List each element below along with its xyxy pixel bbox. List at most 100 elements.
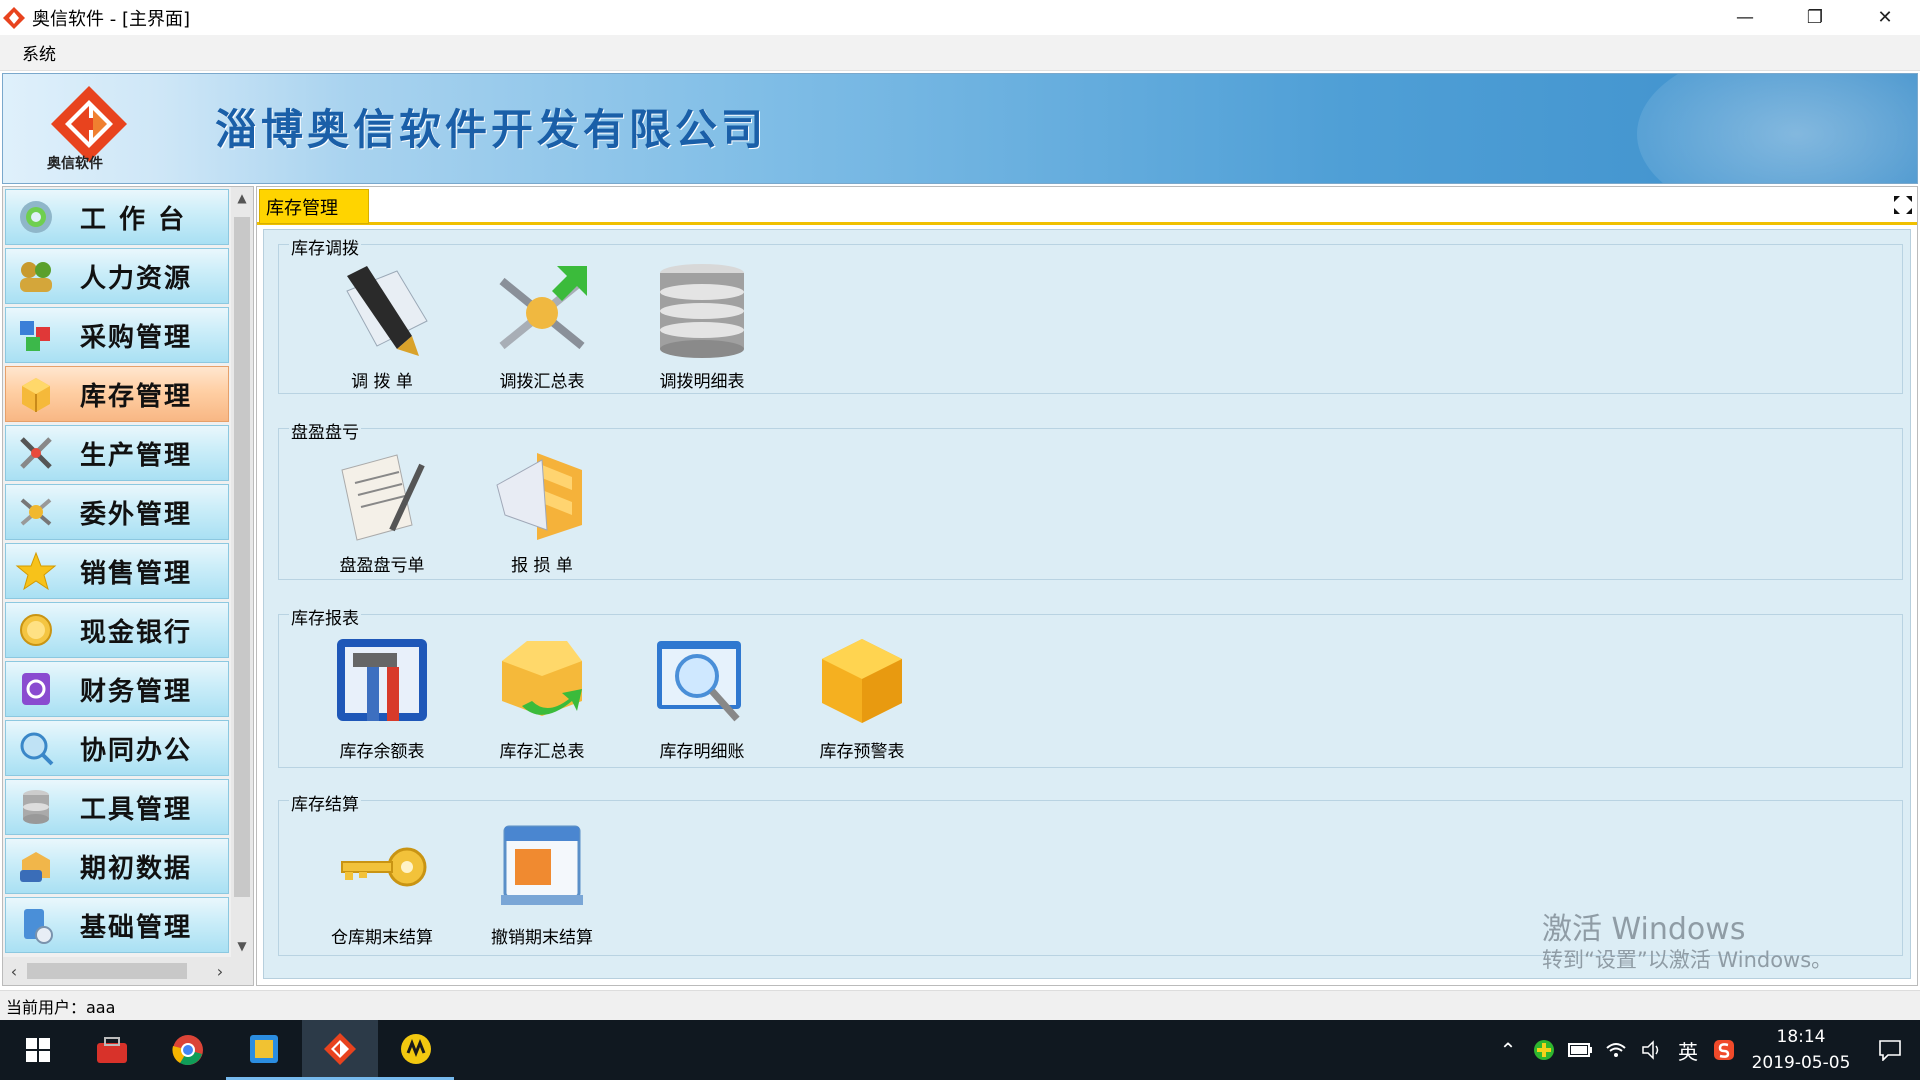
people-icon [20,262,52,292]
func-transfer-detail[interactable]: 调拨明细表 [637,261,767,401]
taskbar-aoxin-app[interactable] [302,1020,378,1080]
func-inventory-alert[interactable]: 库存预警表 [797,631,927,771]
func-inventory-ledger[interactable]: 库存明细账 [637,631,767,771]
nav-item-sales[interactable]: 销售管理 [5,543,229,599]
start-button[interactable] [0,1020,76,1080]
database-icon [23,790,49,824]
sidebar: 工 作 台 人力资源 采购管理 库存管理 生产管理 委外管理 销售管理 现金银行… [2,186,254,986]
scroll-right-arrow-icon[interactable]: › [209,957,231,985]
clock-time: 18:14 [1776,1027,1826,1047]
nav-label: 委外管理 [80,499,193,530]
nav-item-base[interactable]: 基础管理 [5,897,229,953]
scroll-thumb[interactable] [27,963,187,979]
nav-item-outsource[interactable]: 委外管理 [5,484,229,540]
func-period-close[interactable]: 仓库期末结算 [317,817,447,957]
nav-item-collab[interactable]: 协同办公 [5,720,229,776]
close-button[interactable]: ✕ [1850,0,1920,35]
battery-icon[interactable] [1562,1020,1598,1080]
restore-button[interactable]: ❐ [1780,0,1850,35]
menu-system[interactable]: 系统 [0,40,78,65]
system-tray: ⌃ 英 18:14 2019-05-05 [1490,1020,1920,1080]
func-stocktake-order[interactable]: 盘盈盘亏单 [317,445,447,585]
menu-bar: 系统 [0,35,1920,71]
base-settings-icon [24,909,53,944]
taskbar-app-window[interactable] [226,1020,302,1080]
nav-item-initial-data[interactable]: 期初数据 [5,838,229,894]
func-inventory-summary[interactable]: 库存汇总表 [477,631,607,771]
taskbar-toolbox-app[interactable] [74,1020,150,1080]
logo-caption: 奥信软件 [47,156,103,172]
open-box-arrow-icon [502,641,582,716]
taskbar-chrome[interactable] [150,1020,226,1080]
notepad-pencil-icon [341,454,425,541]
app-logo-icon [3,6,25,29]
clock-date: 2019-05-05 [1751,1053,1851,1073]
func-undo-period-close[interactable]: 撤销期末结算 [477,817,607,957]
pen-document-icon [346,266,428,356]
nav-item-finance[interactable]: 财务管理 [5,661,229,717]
status-bar: 当前用户：aaa [0,990,1920,1020]
nav-item-cash-bank[interactable]: 现金银行 [5,602,229,658]
nav-item-purchase[interactable]: 采购管理 [5,307,229,363]
company-name: 淄博奥信软件开发有限公司 [215,105,768,154]
collab-icon [20,732,54,766]
input-language-indicator[interactable]: 英 [1670,1020,1706,1080]
nav-list: 工 作 台 人力资源 采购管理 库存管理 生产管理 委外管理 销售管理 现金银行… [3,187,231,957]
group-transfer: 库存调拨 调 拨 单 调拨汇总表 调拨明细表 [278,234,1903,394]
scroll-up-arrow-icon[interactable]: ▲ [231,187,253,209]
minimize-button[interactable]: — [1710,0,1780,35]
taskbar-clock[interactable]: 18:14 2019-05-05 [1742,1024,1860,1076]
notification-center-icon[interactable] [1860,1020,1920,1080]
volume-icon[interactable] [1634,1020,1670,1080]
func-label: 盘盈盘亏单 [339,556,425,576]
sidebar-vertical-scrollbar[interactable]: ▲ ▼ [231,187,253,957]
nav-label: 基础管理 [80,912,193,943]
group-stocktake: 盘盈盘亏 盘盈盘亏单 报 损 单 [278,418,1903,580]
func-label: 库存余额表 [339,742,425,762]
nav-label: 期初数据 [80,853,193,884]
scroll-thumb[interactable] [234,217,250,897]
func-label: 撤销期末结算 [491,928,593,948]
nav-label: 生产管理 [80,440,193,471]
sidebar-horizontal-scrollbar[interactable]: ‹ › [3,957,253,985]
coin-icon [20,614,52,646]
nav-item-tools[interactable]: 工具管理 [5,779,229,835]
finance-book-icon [22,673,50,705]
nav-item-workbench[interactable]: 工 作 台 [5,189,229,245]
nav-label: 协同办公 [80,735,193,766]
func-label: 库存预警表 [819,742,905,762]
taskbar-yellow-app[interactable] [378,1020,454,1080]
nav-label: 库存管理 [80,381,193,412]
star-icon [15,551,57,591]
calendar-undo-icon [501,825,583,905]
sogou-ime-icon[interactable] [1706,1020,1742,1080]
func-label: 调 拨 单 [351,372,413,392]
outsource-icon [20,498,52,526]
show-hidden-icons-icon[interactable]: ⌃ [1490,1020,1526,1080]
func-label: 库存明细账 [659,742,745,762]
scroll-left-arrow-icon[interactable]: ‹ [3,957,25,985]
func-damage-report[interactable]: 报 损 单 [477,445,607,585]
activation-watermark-title: 激活 Windows [1542,912,1746,947]
group-inventory-reports: 库存报表 库存余额表 库存汇总表 库存明细账 库存预警表 [278,604,1903,771]
func-label: 报 损 单 [511,556,573,576]
wifi-icon[interactable] [1598,1020,1634,1080]
scroll-down-arrow-icon[interactable]: ▼ [231,935,253,957]
func-transfer-summary[interactable]: 调拨汇总表 [477,261,607,401]
main-panel: 库存管理 库存调拨 调 拨 单 调拨汇总表 调拨明细表 盘盈盘亏 盘盈盘亏单 报… [256,186,1918,986]
fullscreen-icon[interactable] [1891,193,1915,217]
damage-report-icon [496,453,582,540]
magnifier-window-icon [657,641,741,722]
nav-item-inventory[interactable]: 库存管理 [5,366,229,422]
tab-inventory[interactable]: 库存管理 [259,189,369,224]
gear-icon [20,201,52,233]
nav-item-hr[interactable]: 人力资源 [5,248,229,304]
chrome-icon [172,1035,203,1066]
func-transfer-order[interactable]: 调 拨 单 [317,261,447,401]
func-inventory-balance[interactable]: 库存余额表 [317,631,447,771]
green-plus-tray-icon[interactable] [1526,1020,1562,1080]
nav-item-production[interactable]: 生产管理 [5,425,229,481]
group-title: 库存调拨 [289,234,361,259]
blue-window-app-icon [250,1034,278,1063]
group-title: 盘盈盘亏 [289,418,361,443]
